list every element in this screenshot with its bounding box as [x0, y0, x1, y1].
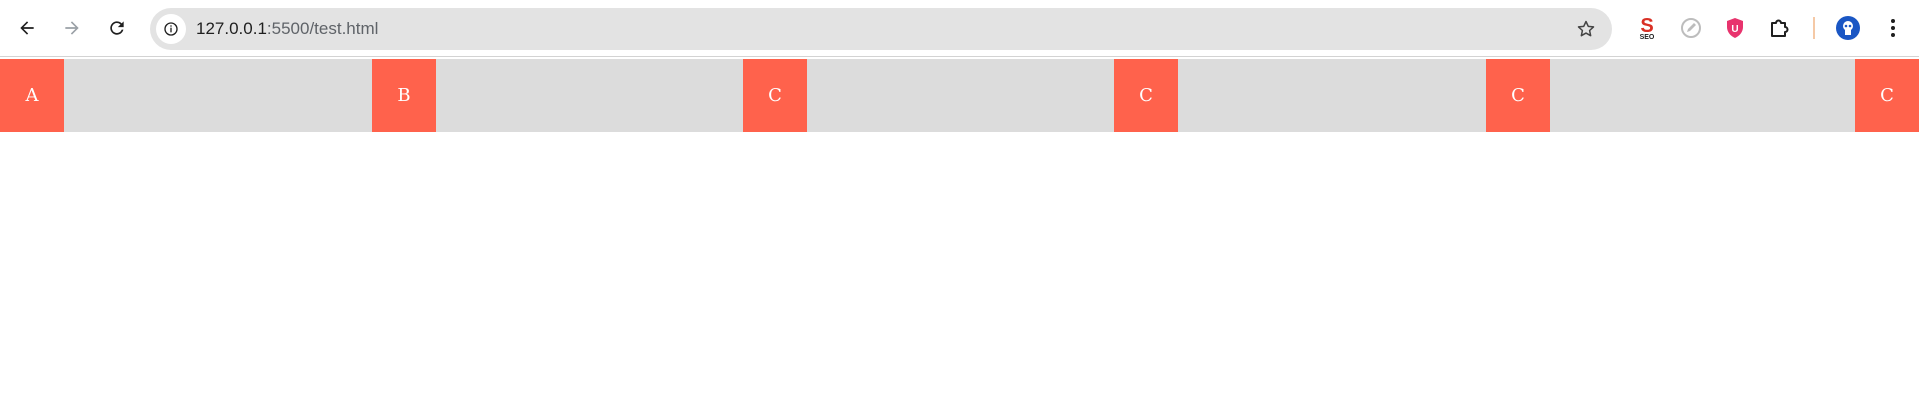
- forward-arrow-icon: [65, 21, 79, 35]
- reload-icon: [110, 21, 124, 35]
- kebab-menu-icon: [1891, 19, 1895, 37]
- svg-text:SEO: SEO: [1640, 34, 1655, 41]
- extensions-button[interactable]: [1766, 14, 1794, 42]
- seo-extension-icon: SSEO: [1640, 15, 1655, 41]
- browser-menu-button[interactable]: [1879, 14, 1907, 42]
- browser-toolbar: 127.0.0.1:5500/test.html S SEO U: [0, 0, 1919, 57]
- box-a: A: [0, 59, 64, 132]
- seo-extension-button[interactable]: S SEO: [1633, 14, 1661, 42]
- flex-container: A B C C C C: [0, 59, 1919, 132]
- pen-extension-button[interactable]: [1677, 14, 1705, 42]
- box-c-3: C: [1486, 59, 1550, 132]
- shield-extension-icon: U: [1727, 18, 1743, 38]
- reload-button[interactable]: [99, 10, 135, 46]
- toolbar-divider: [1813, 17, 1815, 39]
- forward-button[interactable]: [54, 10, 90, 46]
- profile-button[interactable]: [1834, 14, 1862, 42]
- box-c-4: C: [1855, 59, 1919, 132]
- svg-text:U: U: [1731, 24, 1738, 35]
- back-arrow-icon: [20, 21, 34, 35]
- info-icon: [164, 22, 178, 36]
- star-icon: [1577, 20, 1595, 37]
- pen-extension-icon: [1681, 18, 1701, 38]
- puzzle-icon: [1771, 19, 1789, 37]
- box-b: B: [372, 59, 436, 132]
- shield-extension-button[interactable]: U: [1721, 14, 1749, 42]
- url-text[interactable]: 127.0.0.1:5500/test.html: [196, 8, 378, 50]
- back-button[interactable]: [9, 10, 45, 46]
- address-bar[interactable]: 127.0.0.1:5500/test.html: [150, 8, 1612, 50]
- url-path: :5500/test.html: [266, 19, 379, 38]
- profile-avatar-icon: [1836, 16, 1860, 40]
- site-info-button[interactable]: [156, 14, 186, 44]
- box-c-1: C: [743, 59, 807, 132]
- url-host: 127.0.0.1: [196, 19, 267, 38]
- box-c-2: C: [1114, 59, 1178, 132]
- bookmark-button[interactable]: [1574, 17, 1598, 41]
